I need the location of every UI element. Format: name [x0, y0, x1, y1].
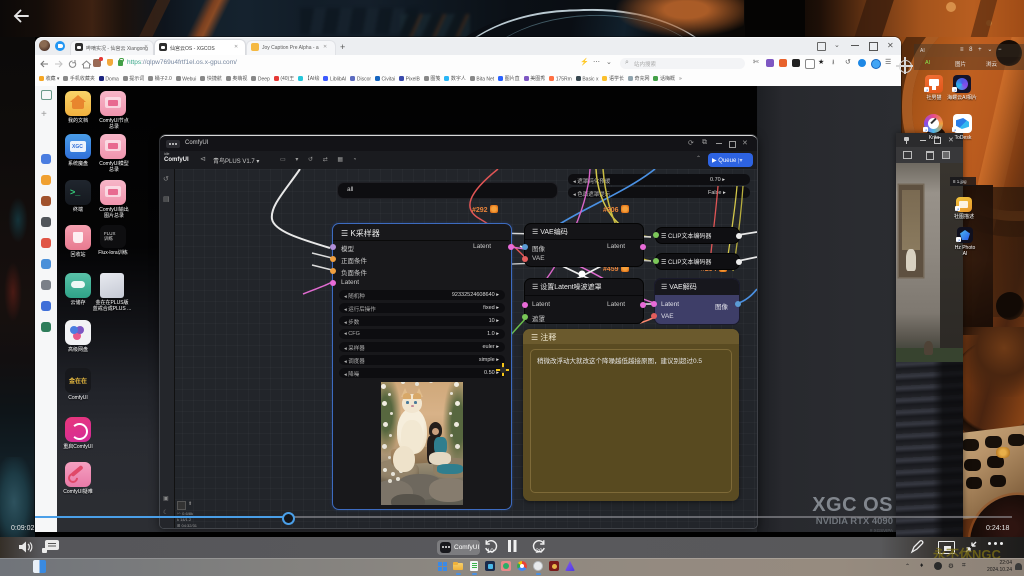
- svg-text:30: 30: [535, 548, 543, 555]
- svg-text:10: 10: [487, 548, 495, 555]
